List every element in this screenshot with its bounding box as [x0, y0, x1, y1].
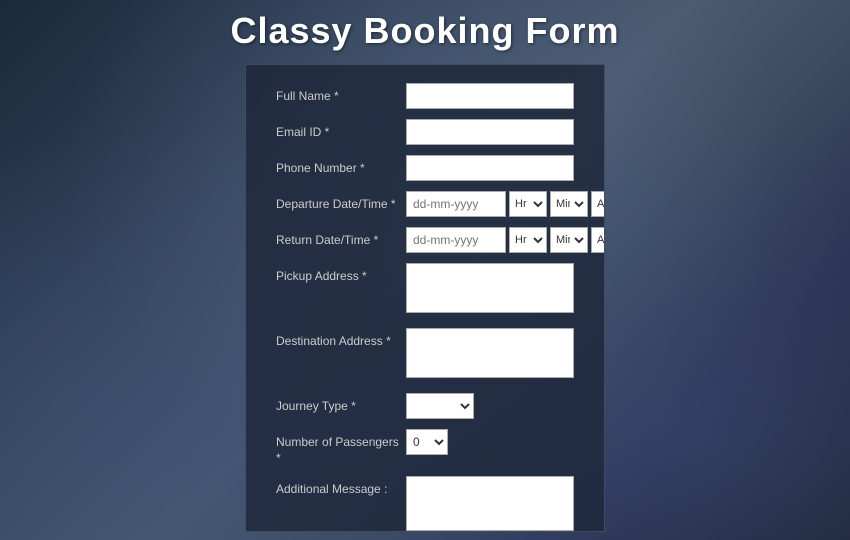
return-minute-select[interactable]: Min000510 15202530 3540455055 — [550, 227, 588, 253]
return-date-input[interactable] — [406, 227, 506, 253]
departure-date-input[interactable] — [406, 191, 506, 217]
journey-type-label: Journey Type * — [276, 393, 406, 415]
return-control: Hr010203 04050607 0809101112 Min000510 1… — [406, 227, 605, 253]
return-row: Return Date/Time * Hr010203 04050607 080… — [276, 227, 574, 253]
full-name-label: Full Name * — [276, 83, 406, 105]
destination-label: Destination Address * — [276, 328, 406, 350]
departure-control: Hr010203 04050607 0809101112 Min000510 1… — [406, 191, 605, 217]
email-row: Email ID * — [276, 119, 574, 145]
destination-row: Destination Address * — [276, 328, 574, 383]
full-name-control — [406, 83, 574, 109]
departure-datetime-group: Hr010203 04050607 0809101112 Min000510 1… — [406, 191, 605, 217]
form-container: Full Name * Email ID * Phone Number * De… — [245, 64, 605, 532]
departure-row: Departure Date/Time * Hr010203 04050607 … — [276, 191, 574, 217]
email-label: Email ID * — [276, 119, 406, 141]
pickup-textarea[interactable] — [406, 263, 574, 313]
destination-control — [406, 328, 574, 383]
page-title: Classy Booking Form — [230, 10, 619, 52]
journey-type-row: Journey Type * One Way Round Trip — [276, 393, 574, 419]
additional-message-control — [406, 476, 574, 532]
return-ampm-select[interactable]: AMPM — [591, 227, 605, 253]
departure-minute-select[interactable]: Min000510 15202530 3540455055 — [550, 191, 588, 217]
phone-label: Phone Number * — [276, 155, 406, 177]
journey-type-control: One Way Round Trip — [406, 393, 574, 419]
pickup-label: Pickup Address * — [276, 263, 406, 285]
full-name-input[interactable] — [406, 83, 574, 109]
journey-type-select[interactable]: One Way Round Trip — [406, 393, 474, 419]
return-datetime-group: Hr010203 04050607 0809101112 Min000510 1… — [406, 227, 605, 253]
email-control — [406, 119, 574, 145]
additional-message-row: Additional Message : — [276, 476, 574, 532]
passengers-select[interactable]: 0123 4567 8910 — [406, 429, 448, 455]
passengers-row: Number of Passengers * 0123 4567 8910 — [276, 429, 574, 466]
pickup-control — [406, 263, 574, 318]
departure-label: Departure Date/Time * — [276, 191, 406, 213]
departure-ampm-select[interactable]: AMPM — [591, 191, 605, 217]
phone-input[interactable] — [406, 155, 574, 181]
additional-message-textarea[interactable] — [406, 476, 574, 531]
additional-message-label: Additional Message : — [276, 476, 406, 498]
pickup-row: Pickup Address * — [276, 263, 574, 318]
full-name-row: Full Name * — [276, 83, 574, 109]
passengers-label: Number of Passengers * — [276, 429, 406, 466]
departure-hour-select[interactable]: Hr010203 04050607 0809101112 — [509, 191, 547, 217]
return-label: Return Date/Time * — [276, 227, 406, 249]
email-input[interactable] — [406, 119, 574, 145]
phone-control — [406, 155, 574, 181]
destination-textarea[interactable] — [406, 328, 574, 378]
return-hour-select[interactable]: Hr010203 04050607 0809101112 — [509, 227, 547, 253]
page: Classy Booking Form Full Name * Email ID… — [0, 0, 850, 540]
phone-row: Phone Number * — [276, 155, 574, 181]
passengers-control: 0123 4567 8910 — [406, 429, 574, 455]
